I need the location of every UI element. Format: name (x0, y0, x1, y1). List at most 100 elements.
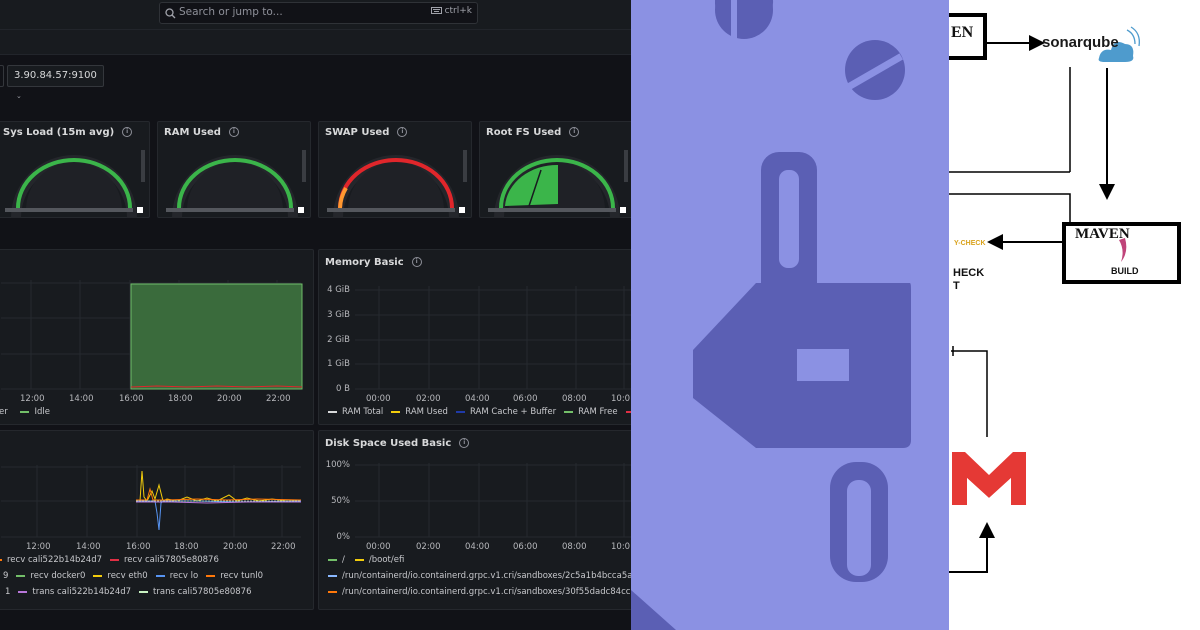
legend-swatch (110, 558, 119, 561)
legend-label: Idle (34, 407, 50, 417)
legend-label: trans cali57805e80876 (153, 587, 252, 597)
gauge-panel[interactable]: Sys Load (15m avg) i (0, 121, 150, 219)
wrench-icon (631, 0, 911, 630)
legend-swatch (155, 574, 165, 577)
network-chart (1, 465, 302, 538)
legend-swatch (328, 590, 337, 593)
memory-legend: RAM Total RAM Used RAM Cache + Buffer RAM F… (328, 407, 631, 417)
gmail-icon (952, 452, 1026, 505)
network-legend-row: 9 recv docker0 recv eth0 recv lo recv tunl0 (0, 571, 263, 581)
x-tick-label: 10:0 (611, 542, 631, 552)
instance-selector[interactable]: 3.90.84.57:9100 ⌄ (7, 65, 104, 100)
search-shortcut: ctrl+k (430, 6, 472, 16)
build-label: BUILD (1111, 266, 1139, 276)
gauge-arc (166, 150, 306, 219)
legend-swatch (455, 410, 465, 413)
legend-label: /run/containerd/io.containerd.grpc.v1.cr… (342, 571, 631, 581)
x-tick-label: 06:00 (513, 542, 538, 552)
x-tick-label: 16:00 (119, 394, 144, 404)
legend-label: RAM Cache + Buffer (469, 407, 557, 417)
x-tick-label: 06:00 (513, 394, 538, 404)
sonarqube-logo: sonarqube (1042, 34, 1119, 51)
pipeline-diagram: EN sonarqube MAVEN BUILD Y-CHECK HECK T (949, 0, 1200, 630)
y-tick-label: 50% (331, 496, 350, 506)
cpu-basic-panel[interactable]: 12:00 14:00 16:00 18:00 20:00 22:00 er Idle (0, 249, 314, 425)
gauge-arc (5, 150, 145, 219)
disk-legend-row: / /boot/efi (328, 555, 404, 565)
keyboard-icon (430, 7, 442, 14)
legend-label: recv docker0 (30, 571, 86, 581)
legend-swatch (139, 590, 149, 593)
y-tick-label: 100% (325, 460, 350, 470)
legend-label: recv lo (169, 571, 199, 581)
x-tick-label: 22:00 (271, 542, 296, 552)
legend-label: / (342, 555, 345, 565)
legend-swatch (0, 558, 2, 561)
legend-swatch (93, 574, 103, 577)
maven-label: EN (951, 24, 974, 41)
maven-box-label: MAVEN (1075, 226, 1130, 242)
cpu-legend: er Idle (0, 407, 50, 417)
search-icon (165, 8, 176, 19)
check-label-2: T (953, 280, 960, 292)
x-tick-label: 20:00 (223, 542, 248, 552)
x-tick-label: 12:00 (20, 394, 45, 404)
legend-label: recv cali522b14b24d7 (7, 555, 102, 565)
gauge-panel[interactable]: Root FS Used i (479, 121, 631, 219)
y-tick-label: 0% (336, 532, 351, 542)
y-tick-label: 3 GiB (327, 310, 350, 320)
gauge-panel[interactable]: SWAP Used i (318, 121, 472, 219)
legend-label: recv tunl0 (220, 571, 264, 581)
diagram-lines (949, 13, 1181, 573)
network-traffic-panel[interactable]: 12:00 14:00 16:00 18:00 20:00 22:00 recv cali… (0, 430, 314, 610)
x-tick-label: 00:00 (366, 542, 391, 552)
x-tick-label: 14:00 (69, 394, 94, 404)
idle-area (130, 283, 303, 390)
x-tick-label: 16:00 (126, 542, 151, 552)
y-tick-label: 2 GiB (327, 335, 350, 345)
legend-label: 9 (3, 571, 9, 581)
legend-label: RAM Used (405, 407, 448, 417)
legend-swatch (564, 410, 574, 413)
disk-legend-row: /run/containerd/io.containerd.grpc.v1.cr… (328, 571, 631, 581)
disk-space-panel[interactable]: Disk Space Used Basic i 00:00 02:00 04:00 06… (318, 430, 631, 610)
top-bar: Search or jump to... ctrl+k (0, 0, 631, 30)
variable-selector[interactable] (0, 65, 4, 87)
legend-swatch (354, 558, 364, 561)
legend-swatch (328, 574, 337, 577)
x-tick-label: 02:00 (416, 542, 441, 552)
legend-label: /boot/efi (368, 555, 405, 565)
x-tick-label: 18:00 (174, 542, 199, 552)
gauge-arc (488, 150, 628, 219)
legend-label: trans cali522b14b24d7 (32, 587, 132, 597)
x-tick-label: 00:00 (366, 394, 391, 404)
x-tick-label: 04:00 (465, 542, 490, 552)
x-tick-label: 12:00 (26, 542, 51, 552)
search-placeholder: Search or jump to... (179, 6, 283, 18)
gauge-panel[interactable]: RAM Used i (157, 121, 311, 219)
disk-legend-row: /run/containerd/io.containerd.grpc.v1.cr… (328, 587, 631, 597)
legend-swatch (328, 410, 337, 413)
network-legend-row: recv cali522b14b24d7 recv cali57805e80876 (0, 555, 219, 565)
x-tick-label: 08:00 (562, 542, 587, 552)
legend-swatch (391, 410, 401, 413)
dashboard-nav-bar (0, 30, 631, 55)
x-tick-label: 20:00 (217, 394, 242, 404)
search-input[interactable]: Search or jump to... ctrl+k (159, 2, 478, 24)
x-tick-label: 02:00 (416, 394, 441, 404)
check-label: HECK (953, 267, 985, 279)
legend-label: recv cali57805e80876 (124, 555, 219, 565)
legend-label: er (0, 407, 8, 417)
grafana-dashboard: Search or jump to... ctrl+k 3.90.84.57:9… (0, 0, 631, 630)
legend-swatch (20, 410, 30, 413)
legend-label: recv eth0 (107, 571, 148, 581)
legend-swatch (328, 558, 337, 561)
memory-basic-panel[interactable]: Memory Basic i 00:00 02:00 04:00 06:00 08:00 1… (318, 249, 631, 425)
x-tick-label: 08:00 (562, 394, 587, 404)
shortcut-label: ctrl+k (444, 6, 472, 16)
network-legend-row: 1 trans cali522b14b24d7 trans cali57805e80… (0, 587, 252, 597)
x-tick-label: 18:00 (168, 394, 193, 404)
legend-swatch (16, 574, 26, 577)
gauge-arc (327, 150, 467, 219)
dependency-check-logo: Y-CHECK (954, 240, 986, 247)
